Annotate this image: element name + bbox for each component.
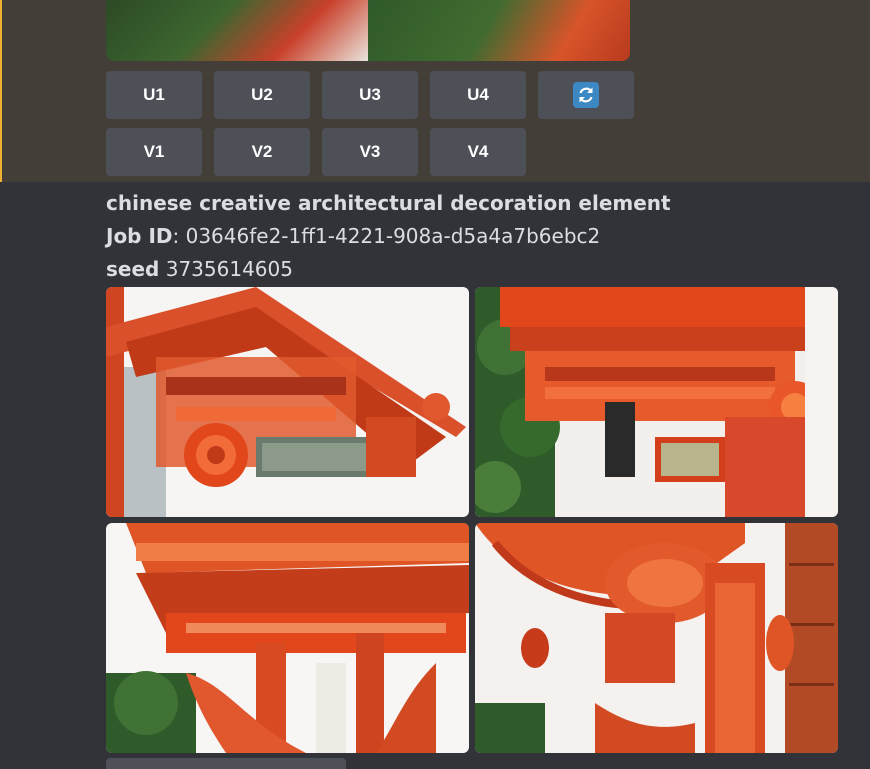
- seed-label: seed: [106, 257, 160, 281]
- variation-4-button[interactable]: V4: [430, 128, 526, 176]
- upscale-1-button[interactable]: U1: [106, 71, 202, 119]
- upscale-3-button[interactable]: U3: [322, 71, 418, 119]
- reroll-button[interactable]: [538, 71, 634, 119]
- upscale-button-row: U1 U2 U3 U4: [106, 71, 634, 119]
- previous-image-tile: [368, 0, 630, 61]
- upscale-4-button[interactable]: U4: [430, 71, 526, 119]
- job-id-label: Job ID: [106, 224, 173, 248]
- upscale-2-button[interactable]: U2: [214, 71, 310, 119]
- variation-button-row: V1 V2 V3 V4: [106, 128, 526, 176]
- variation-2-button[interactable]: V2: [214, 128, 310, 176]
- next-message-stub: [106, 758, 346, 769]
- refresh-icon: [573, 82, 599, 108]
- prompt-text: chinese creative architectural decoratio…: [106, 191, 671, 215]
- seed-line: seed 3735614605: [106, 253, 671, 286]
- generated-image-grid: [106, 287, 838, 753]
- generated-image-2[interactable]: [475, 287, 838, 517]
- variation-1-button[interactable]: V1: [106, 128, 202, 176]
- seed-value: 3735614605: [159, 257, 293, 281]
- generated-image-1[interactable]: [106, 287, 469, 517]
- generated-image-3[interactable]: [106, 523, 469, 753]
- previous-image-tile: [106, 0, 368, 61]
- previous-image-grid[interactable]: [106, 0, 630, 61]
- variation-3-button[interactable]: V3: [322, 128, 418, 176]
- message-content: chinese creative architectural decoratio…: [106, 187, 671, 286]
- generated-image-4[interactable]: [475, 523, 838, 753]
- job-id-line: Job ID: 03646fe2-1ff1-4221-908a-d5a4a7b6…: [106, 220, 671, 253]
- job-id-value: : 03646fe2-1ff1-4221-908a-d5a4a7b6ebc2: [172, 224, 601, 248]
